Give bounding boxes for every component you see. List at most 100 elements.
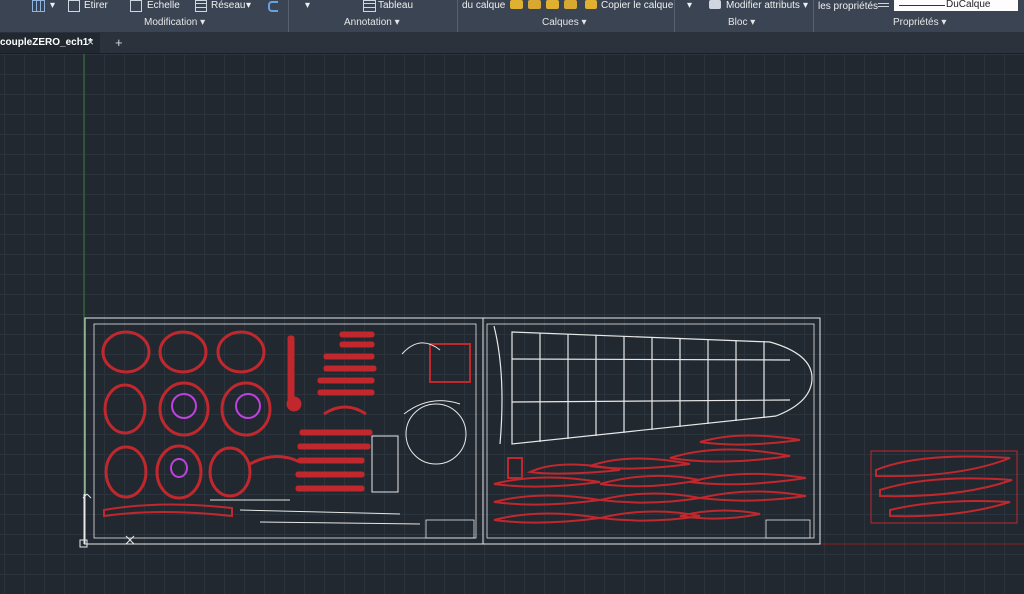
document-tab-bar: coupleZERO_ech1* × + xyxy=(0,33,1024,54)
former-9 xyxy=(208,446,252,498)
layer-copy-icon xyxy=(585,0,597,9)
rib-airfoil-6 xyxy=(599,474,701,488)
inner-ring-1 xyxy=(171,393,197,419)
panel-title-modification[interactable]: Modification ▾ xyxy=(144,17,205,28)
title-block-1 xyxy=(425,519,475,539)
linetype-sample xyxy=(899,5,945,6)
cowl-part xyxy=(429,343,471,383)
part-round-1 xyxy=(286,396,302,412)
part-bar-5 xyxy=(317,377,375,384)
panel-title-bloc[interactable]: Bloc ▾ xyxy=(728,17,755,28)
panel-modification: ▾ Etirer Echelle Réseau ▾ Modification ▾ xyxy=(0,0,289,32)
part-wing-1 xyxy=(875,455,1011,478)
part-bar-3 xyxy=(323,353,375,360)
part-bar-2 xyxy=(339,341,375,348)
part-arc-2 xyxy=(323,405,367,416)
edit-attributes-icon xyxy=(709,0,721,9)
former-4 xyxy=(103,383,147,435)
white-curve-1 xyxy=(403,400,461,415)
rib-airfoil-8 xyxy=(493,494,601,506)
former-3 xyxy=(216,330,266,374)
former-2 xyxy=(158,330,208,374)
ucs-x-marker xyxy=(125,535,135,545)
rib-airfoil-3 xyxy=(669,448,791,463)
sheet-1-inner-frame xyxy=(93,323,477,539)
match-properties-label[interactable]: les propriétés xyxy=(818,1,878,12)
title-block-2 xyxy=(765,519,811,539)
close-icon[interactable]: × xyxy=(87,35,94,49)
table-button[interactable]: Tableau xyxy=(378,0,413,11)
fuselage-side xyxy=(493,325,503,445)
former-6 xyxy=(220,381,272,437)
rib-airfoil-7 xyxy=(689,472,807,486)
wing-outline xyxy=(511,331,813,445)
drawing-content xyxy=(79,54,1024,548)
panel-proprietes: les propriétés DuCalque Propriétés ▾ xyxy=(814,0,1024,32)
linetype-value: DuCalque xyxy=(946,0,991,10)
linetype-select[interactable]: DuCalque xyxy=(894,0,1018,11)
part-bar-4 xyxy=(323,365,377,372)
white-circle-1 xyxy=(405,403,467,465)
part-bar-10 xyxy=(295,471,365,478)
panel-calques: du calque Copier le calque Calques ▾ xyxy=(458,0,675,32)
wing-plan xyxy=(493,325,813,445)
layer-tool-icon-2[interactable] xyxy=(528,0,541,9)
rib-airfoil-4 xyxy=(699,434,801,446)
part-bar-6 xyxy=(317,389,375,396)
part-wing-2 xyxy=(879,477,1013,498)
tab-title: coupleZERO_ech1* xyxy=(0,37,93,48)
spar-1 xyxy=(511,358,791,361)
scale-icon xyxy=(130,0,142,12)
bloc-dropdown-arrow[interactable]: ▾ xyxy=(687,0,692,11)
stretch-button[interactable]: Etirer xyxy=(84,0,108,11)
new-tab-plus-icon[interactable]: + xyxy=(115,35,123,50)
dropdown-arrow[interactable]: ▾ xyxy=(50,0,55,11)
white-line-2 xyxy=(239,509,401,515)
array-button[interactable]: Réseau xyxy=(211,0,245,11)
edit-attributes-button[interactable]: Modifier attributs xyxy=(726,0,800,11)
table-icon xyxy=(363,0,376,12)
panel-annotation: ▾ Tableau Annotation ▾ xyxy=(289,0,458,32)
array-icon xyxy=(195,0,207,12)
rib-airfoil-2 xyxy=(589,457,691,470)
rib-small-part xyxy=(507,457,523,479)
white-rect-1 xyxy=(371,435,399,493)
panel-bloc: ▾ Modifier attributs ▾ Bloc ▾ xyxy=(675,0,814,32)
layer-current-label[interactable]: du calque xyxy=(462,0,505,11)
scale-button[interactable]: Echelle xyxy=(147,0,180,11)
panel-title-calques[interactable]: Calques ▾ xyxy=(542,17,587,28)
copy-layer-button[interactable]: Copier le calque xyxy=(601,0,673,11)
part-wing-3 xyxy=(889,500,1011,518)
array-grid-icon[interactable] xyxy=(32,0,45,12)
sheet-1-frame xyxy=(84,317,484,545)
wing-ribs xyxy=(493,434,807,524)
offset-icon[interactable] xyxy=(268,1,278,12)
part-bar-9 xyxy=(297,457,365,464)
tab-couplezero[interactable]: coupleZERO_ech1* × xyxy=(0,33,100,53)
inner-ring-3 xyxy=(170,458,188,478)
annotation-dropdown-arrow[interactable]: ▾ xyxy=(305,0,310,11)
rib-airfoil-1 xyxy=(526,463,621,475)
ribbon: ▾ Etirer Echelle Réseau ▾ Modification ▾… xyxy=(0,0,1024,33)
panel-title-proprietes[interactable]: Propriétés ▾ xyxy=(893,17,946,28)
panel-title-annotation[interactable]: Annotation ▾ xyxy=(344,17,400,28)
part-arc-1 xyxy=(249,455,301,466)
layer-tool-icon-4[interactable] xyxy=(564,0,577,9)
part-bar-11 xyxy=(295,485,365,492)
layer-tool-icon-1[interactable] xyxy=(510,0,523,9)
wing-fairing-part xyxy=(103,503,233,518)
inner-ring-2 xyxy=(235,393,261,419)
rib-airfoil-10 xyxy=(699,490,807,502)
sheet-2-inner-frame xyxy=(486,323,815,539)
part-bar-8 xyxy=(297,443,371,450)
former-8 xyxy=(155,444,203,500)
parts-block-items xyxy=(875,455,1013,518)
layer-tool-icon-3[interactable] xyxy=(546,0,559,9)
former-1 xyxy=(101,330,151,374)
part-strip-1 xyxy=(287,335,295,407)
list-icon xyxy=(878,1,889,9)
rib-airfoil-11 xyxy=(493,512,601,524)
edit-attributes-dropdown-arrow[interactable]: ▾ xyxy=(803,0,808,11)
array-dropdown-arrow[interactable]: ▾ xyxy=(246,0,251,11)
former-7 xyxy=(104,445,148,499)
